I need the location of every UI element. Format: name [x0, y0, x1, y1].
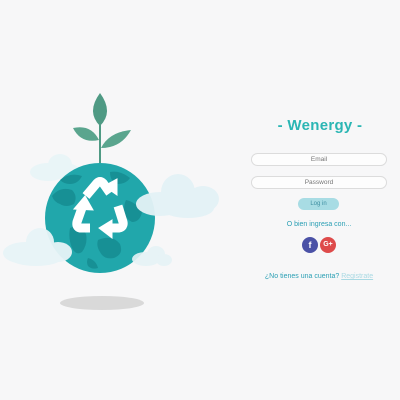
eco-globe-illustration [0, 0, 250, 400]
globe-artwork [3, 93, 219, 310]
email-field[interactable] [251, 153, 387, 166]
cloud-right [136, 174, 219, 218]
brand-title: - Wenergy - [277, 117, 363, 134]
alternative-login-text: O bien ingresa con... [286, 221, 352, 228]
password-field[interactable] [251, 176, 387, 189]
login-button[interactable]: Log in [298, 198, 339, 210]
sprout-icon [73, 93, 131, 163]
register-link[interactable]: Registrate [341, 273, 373, 280]
register-prompt: ¿No tienes una cuenta? Registrate [250, 273, 388, 280]
login-panel: - Wenergy - Log in O bien ingresa con...… [250, 0, 400, 400]
register-question: ¿No tienes una cuenta? [264, 273, 340, 280]
google-plus-icon: G+ [323, 241, 333, 248]
facebook-icon: f [308, 240, 312, 250]
google-login-button[interactable]: G+ [320, 237, 336, 253]
globe-shadow [60, 296, 144, 310]
facebook-login-button[interactable]: f [302, 237, 318, 253]
